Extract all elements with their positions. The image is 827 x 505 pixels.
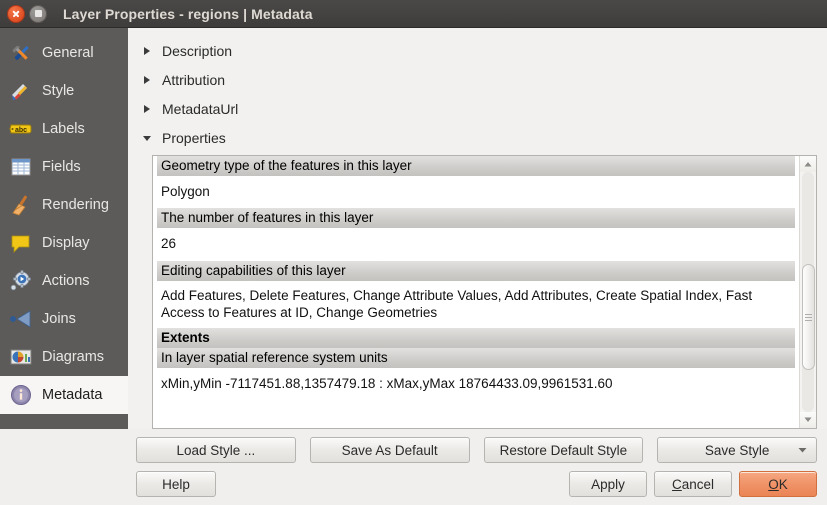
metadata-value-extent-coords: xMin,yMin -7117451.88,1357479.18 : xMax,…	[157, 368, 795, 400]
metadata-value: Polygon	[157, 176, 795, 208]
sidebar-item-label: Joins	[42, 311, 76, 327]
chevron-right-icon	[138, 104, 156, 114]
metadata-header: Editing capabilities of this layer	[157, 261, 795, 281]
svg-text:abc: abc	[15, 127, 27, 134]
abc-label-icon: abc	[8, 116, 34, 142]
dialog-body: General Style	[0, 28, 827, 429]
sidebar-item-label: Labels	[42, 121, 85, 137]
sidebar-item-label: Fields	[42, 159, 81, 175]
table-icon	[8, 154, 34, 180]
maximize-icon[interactable]	[29, 5, 47, 23]
sidebar-item-joins[interactable]: Joins	[0, 300, 128, 338]
cancel-button[interactable]: Cancel	[654, 471, 732, 497]
title-bar: Layer Properties - regions | Metadata	[0, 0, 827, 28]
layer-properties-dialog: Layer Properties - regions | Metadata	[0, 0, 827, 505]
save-style-button[interactable]: Save Style	[657, 437, 817, 463]
style-button-bar: Load Style ... Save As Default Restore D…	[0, 429, 827, 465]
cancel-mnemonic: C	[672, 477, 682, 492]
tree-section-metadataurl[interactable]: MetadataUrl	[134, 94, 817, 123]
chevron-down-icon[interactable]	[798, 447, 807, 453]
metadata-content-box: Geometry type of the features in this la…	[152, 155, 817, 429]
grip-icon	[805, 312, 812, 323]
sidebar-item-style[interactable]: Style	[0, 72, 128, 110]
metadata-panel: Description Attribution MetadataUrl Prop…	[128, 28, 827, 429]
metadata-value: Add Features, Delete Features, Change At…	[157, 281, 795, 329]
ok-mnemonic: O	[768, 477, 779, 492]
ok-button[interactable]: OK	[739, 471, 817, 497]
window-title: Layer Properties - regions | Metadata	[63, 6, 313, 22]
sidebar-item-fields[interactable]: Fields	[0, 148, 128, 186]
sidebar-item-actions[interactable]: Actions	[0, 262, 128, 300]
tools-icon	[8, 40, 34, 66]
sidebar-item-label: General	[42, 45, 94, 61]
sidebar-item-rendering[interactable]: Rendering	[0, 186, 128, 224]
chevron-right-icon	[138, 46, 156, 56]
join-arrow-icon	[8, 306, 34, 332]
cancel-label-rest: ancel	[682, 477, 714, 492]
broom-icon	[8, 192, 34, 218]
sidebar-item-label: Style	[42, 83, 74, 99]
metadata-header: The number of features in this layer	[157, 208, 795, 228]
sidebar-item-label: Display	[42, 235, 90, 251]
tree-section-attribution[interactable]: Attribution	[134, 65, 817, 94]
chevron-right-icon	[138, 75, 156, 85]
chevron-down-icon	[138, 133, 156, 143]
chart-icon	[8, 344, 34, 370]
scroll-up-icon[interactable]	[800, 156, 816, 172]
save-as-default-button[interactable]: Save As Default	[310, 437, 470, 463]
close-icon[interactable]	[7, 5, 25, 23]
tree-section-label: MetadataUrl	[162, 101, 238, 117]
tree-section-properties[interactable]: Properties	[134, 123, 817, 152]
tree-section-label: Description	[162, 43, 232, 59]
sidebar-item-label: Metadata	[42, 387, 102, 403]
tree-section-label: Attribution	[162, 72, 225, 88]
sidebar-item-diagrams[interactable]: Diagrams	[0, 338, 128, 376]
sidebar-item-display[interactable]: Display	[0, 224, 128, 262]
metadata-scroll-area: Geometry type of the features in this la…	[153, 156, 799, 428]
save-style-label: Save Style	[705, 443, 770, 458]
sidebar-item-label: Rendering	[42, 197, 109, 213]
dialog-button-bar: Help Apply Cancel OK	[0, 465, 827, 505]
callout-icon	[8, 230, 34, 256]
gear-play-icon	[8, 268, 34, 294]
sidebar-item-labels[interactable]: abc Labels	[0, 110, 128, 148]
sidebar: General Style	[0, 28, 128, 429]
help-button[interactable]: Help	[136, 471, 216, 497]
sidebar-item-label: Actions	[42, 273, 90, 289]
ok-label-rest: K	[779, 477, 788, 492]
vertical-scrollbar[interactable]	[799, 156, 816, 428]
scroll-down-icon[interactable]	[800, 412, 816, 428]
tree-section-label: Properties	[162, 130, 226, 146]
sidebar-item-metadata[interactable]: Metadata	[0, 376, 128, 414]
metadata-header: Geometry type of the features in this la…	[157, 156, 795, 176]
metadata-header: In layer spatial reference system units	[157, 348, 795, 368]
sidebar-item-label: Diagrams	[42, 349, 104, 365]
metadata-header-extents: Extents	[157, 328, 795, 348]
info-icon	[8, 382, 34, 408]
restore-default-style-button[interactable]: Restore Default Style	[484, 437, 644, 463]
load-style-button[interactable]: Load Style ...	[136, 437, 296, 463]
scrollbar-thumb[interactable]	[802, 264, 815, 370]
tree-section-description[interactable]: Description	[134, 36, 817, 65]
brush-icon	[8, 78, 34, 104]
apply-button[interactable]: Apply	[569, 471, 647, 497]
sidebar-item-general[interactable]: General	[0, 34, 128, 72]
metadata-value: 26	[157, 228, 795, 260]
